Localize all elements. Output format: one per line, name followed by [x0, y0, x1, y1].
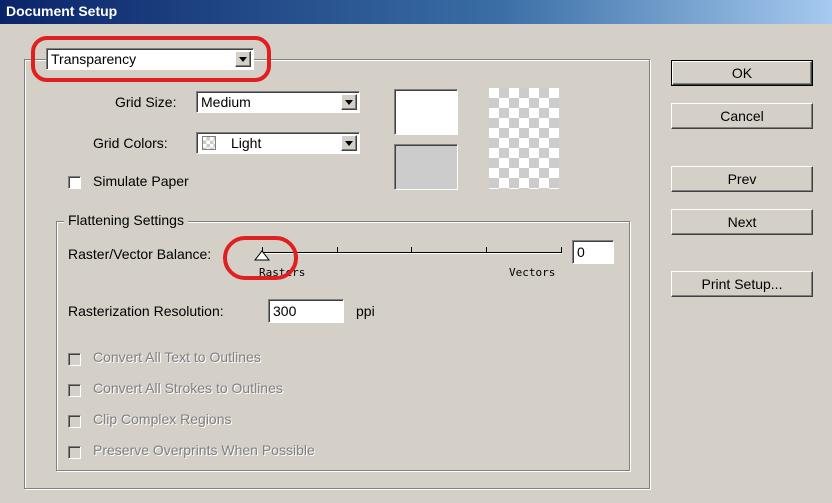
- section-dropdown[interactable]: Transparency: [46, 48, 254, 70]
- convert-text-label: Convert All Text to Outlines: [93, 349, 261, 365]
- grid-size-label: Grid Size:: [115, 94, 177, 110]
- ok-button-label: OK: [731, 65, 753, 81]
- window-title: Document Setup: [6, 3, 118, 19]
- chevron-down-icon[interactable]: [341, 94, 357, 110]
- resolution-unit-label: ppi: [356, 303, 375, 319]
- simulate-paper-checkbox[interactable]: [68, 176, 81, 189]
- chevron-down-icon[interactable]: [341, 135, 357, 151]
- vectors-label: Vectors: [509, 266, 556, 279]
- chevron-down-icon[interactable]: [235, 51, 251, 67]
- grid-size-dropdown[interactable]: Medium: [196, 91, 360, 113]
- slider-tick: [411, 247, 412, 252]
- transparency-grid-preview: [489, 88, 559, 189]
- next-button[interactable]: Next: [671, 209, 813, 235]
- convert-strokes-label: Convert All Strokes to Outlines: [93, 380, 283, 396]
- clip-complex-regions-label: Clip Complex Regions: [93, 411, 232, 427]
- grid-colors-label: Grid Colors:: [93, 135, 168, 151]
- prev-button[interactable]: Prev: [671, 166, 813, 192]
- preserve-overprints-checkbox[interactable]: [68, 446, 81, 459]
- document-setup-dialog: Document Setup Transparency Grid Size: M…: [0, 0, 832, 503]
- rasters-label: Rasters: [259, 266, 306, 279]
- raster-vector-balance-track[interactable]: [262, 252, 562, 254]
- slider-tick: [337, 247, 338, 252]
- raster-vector-balance-label: Raster/Vector Balance:: [68, 246, 212, 262]
- grid-color-swatch-icon: [202, 136, 216, 150]
- next-button-label: Next: [727, 214, 757, 230]
- rasterization-resolution-input[interactable]: 300: [268, 299, 344, 323]
- slider-thumb-icon[interactable]: [254, 250, 270, 261]
- cancel-button-label: Cancel: [720, 108, 764, 124]
- preserve-overprints-label: Preserve Overprints When Possible: [93, 442, 315, 458]
- prev-button-label: Prev: [727, 171, 757, 187]
- rasterization-resolution-label: Rasterization Resolution:: [68, 303, 224, 319]
- clip-complex-regions-checkbox[interactable]: [68, 415, 81, 428]
- slider-tick: [561, 247, 562, 252]
- simulate-paper-label: Simulate Paper: [93, 173, 189, 189]
- print-setup-button-label: Print Setup...: [701, 276, 783, 292]
- cancel-button[interactable]: Cancel: [671, 103, 813, 129]
- grid-colors-value: Light: [231, 135, 262, 151]
- slider-tick: [486, 247, 487, 252]
- resolution-value: 300: [273, 303, 297, 319]
- section-dropdown-value: Transparency: [51, 51, 137, 67]
- flattening-settings-title: Flattening Settings: [64, 212, 188, 228]
- grid-color-swatch-gray[interactable]: [394, 144, 458, 190]
- print-setup-button[interactable]: Print Setup...: [671, 271, 813, 297]
- balance-value: 0: [577, 244, 585, 260]
- title-bar: Document Setup: [0, 0, 832, 24]
- grid-size-value: Medium: [201, 94, 251, 110]
- grid-color-swatch-white[interactable]: [394, 89, 458, 135]
- convert-strokes-checkbox[interactable]: [68, 384, 81, 397]
- raster-vector-balance-input[interactable]: 0: [572, 240, 614, 264]
- convert-text-checkbox[interactable]: [68, 353, 81, 366]
- ok-button[interactable]: OK: [671, 60, 813, 86]
- grid-colors-dropdown[interactable]: Light: [196, 132, 360, 154]
